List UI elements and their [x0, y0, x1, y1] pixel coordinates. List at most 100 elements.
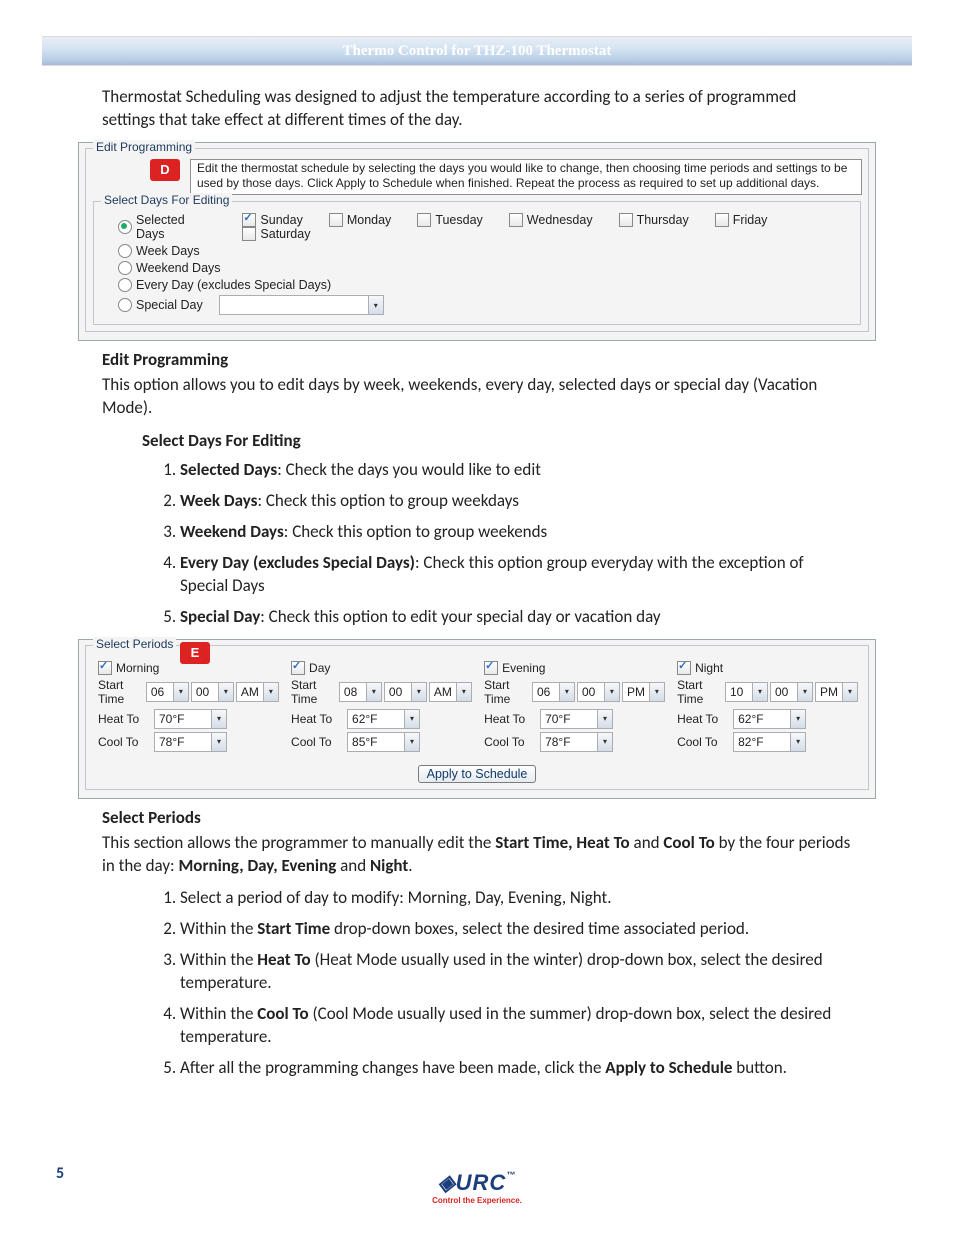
dropdown-value: PM: [623, 685, 649, 699]
radio-every-day-label: Every Day (excludes Special Days): [136, 278, 331, 292]
select-periods-intro: This section allows the programmer to ma…: [102, 832, 852, 878]
dropdown-value: 00: [578, 685, 604, 699]
dropdown[interactable]: 62°F▾: [733, 709, 806, 729]
dropdown[interactable]: 78°F▾: [154, 732, 227, 752]
intro-paragraph: Thermostat Scheduling was designed to ad…: [102, 86, 852, 132]
day-label: Tuesday: [435, 213, 482, 227]
chevron-down-icon: ▾: [366, 683, 381, 701]
period-checkbox[interactable]: [98, 661, 112, 675]
dropdown[interactable]: 82°F▾: [733, 732, 806, 752]
list-item: Within the Heat To (Heat Mode usually us…: [180, 949, 852, 995]
dropdown-value: 85°F: [348, 735, 404, 749]
chevron-down-icon: ▾: [797, 683, 812, 701]
list-item: Select a period of day to modify: Mornin…: [180, 887, 852, 910]
radio-weekend-days[interactable]: [118, 261, 132, 275]
chevron-down-icon: ▾: [597, 733, 612, 751]
list-item: Within the Cool To (Cool Mode usually us…: [180, 1003, 852, 1049]
dropdown[interactable]: 00▾: [770, 682, 813, 702]
dropdown-value: 70°F: [541, 712, 597, 726]
cool-to-label: Cool To: [291, 735, 347, 749]
start-time-label: Start Time: [484, 678, 532, 706]
day-checkbox-friday[interactable]: Friday: [715, 213, 768, 227]
select-days-fieldset: Select Days For Editing Selected Days Su…: [93, 201, 861, 325]
day-checkbox-tuesday[interactable]: Tuesday: [417, 213, 482, 227]
dropdown[interactable]: 10▾: [725, 682, 768, 702]
list-item: Every Day (excludes Special Days): Check…: [180, 552, 852, 598]
radio-special-day-label: Special Day: [136, 298, 203, 312]
period-checkbox[interactable]: [484, 661, 498, 675]
dropdown-value: 00: [771, 685, 797, 699]
edit-programming-fieldset: Edit Programming D Edit the thermostat s…: [85, 148, 869, 332]
checkbox-icon: [619, 213, 633, 227]
day-label: Monday: [347, 213, 391, 227]
day-checkbox-sunday[interactable]: Sunday: [242, 213, 302, 227]
radio-every-day[interactable]: [118, 278, 132, 292]
dropdown[interactable]: 08▾: [339, 682, 382, 702]
dropdown[interactable]: 06▾: [532, 682, 575, 702]
dropdown[interactable]: 00▾: [191, 682, 234, 702]
dropdown[interactable]: 70°F▾: [540, 709, 613, 729]
dropdown[interactable]: AM▾: [236, 682, 279, 702]
dropdown[interactable]: 00▾: [577, 682, 620, 702]
checkbox-icon: [242, 213, 256, 227]
dropdown[interactable]: AM▾: [429, 682, 472, 702]
heat-to-label: Heat To: [291, 712, 347, 726]
dropdown[interactable]: 62°F▾: [347, 709, 420, 729]
edit-programming-legend: Edit Programming: [93, 140, 195, 154]
start-time-label: Start Time: [291, 678, 339, 706]
dropdown[interactable]: 78°F▾: [540, 732, 613, 752]
period-checkbox[interactable]: [291, 661, 305, 675]
period-name: Day: [309, 661, 330, 675]
period-morning: MorningStart Time06▾00▾AM▾Heat To70°F▾Co…: [98, 658, 281, 755]
apply-to-schedule-button[interactable]: Apply to Schedule: [418, 765, 537, 783]
dropdown[interactable]: 06▾: [146, 682, 189, 702]
day-label: Saturday: [260, 227, 310, 241]
chevron-down-icon: ▾: [790, 733, 805, 751]
tip-text: Edit the thermostat schedule by selectin…: [190, 159, 862, 195]
chevron-down-icon: ▾: [411, 683, 426, 701]
dropdown[interactable]: 00▾: [384, 682, 427, 702]
start-time-label: Start Time: [98, 678, 146, 706]
dropdown-value: 08: [340, 685, 366, 699]
radio-weekend-days-label: Weekend Days: [136, 261, 221, 275]
list-item: Special Day: Check this option to edit y…: [180, 606, 852, 629]
dropdown-value: 70°F: [155, 712, 211, 726]
radio-selected-days-label: Selected Days: [136, 213, 212, 241]
edit-programming-desc: This option allows you to edit days by w…: [102, 374, 852, 420]
day-label: Sunday: [260, 213, 302, 227]
day-checkbox-wednesday[interactable]: Wednesday: [509, 213, 593, 227]
radio-special-day[interactable]: [118, 298, 132, 312]
chevron-down-icon: ▾: [211, 710, 226, 728]
dropdown-value: 78°F: [541, 735, 597, 749]
badge-e: E: [180, 642, 210, 664]
dropdown-value: 00: [192, 685, 218, 699]
screenshot-select-periods: Select Periods E MorningStart Time06▾00▾…: [78, 639, 876, 799]
special-day-dropdown[interactable]: ▾: [219, 295, 384, 315]
dropdown-value: 06: [147, 685, 173, 699]
dropdown[interactable]: PM▾: [622, 682, 665, 702]
period-name: Night: [695, 661, 723, 675]
radio-week-days[interactable]: [118, 244, 132, 258]
chevron-down-icon: ▾: [173, 683, 188, 701]
chevron-down-icon: ▾: [790, 710, 805, 728]
dropdown[interactable]: 70°F▾: [154, 709, 227, 729]
chevron-down-icon: ▾: [263, 683, 278, 701]
chevron-down-icon: ▾: [368, 296, 383, 314]
day-checkbox-saturday[interactable]: Saturday: [242, 227, 310, 241]
period-checkbox[interactable]: [677, 661, 691, 675]
chevron-down-icon: ▾: [211, 733, 226, 751]
heat-to-label: Heat To: [98, 712, 154, 726]
radio-selected-days[interactable]: [118, 220, 132, 234]
select-periods-fieldset: Select Periods E MorningStart Time06▾00▾…: [85, 645, 869, 790]
dropdown[interactable]: 85°F▾: [347, 732, 420, 752]
day-checkbox-monday[interactable]: Monday: [329, 213, 391, 227]
day-checkbox-thursday[interactable]: Thursday: [619, 213, 689, 227]
radio-week-days-label: Week Days: [136, 244, 200, 258]
dropdown[interactable]: PM▾: [815, 682, 858, 702]
checkbox-icon: [509, 213, 523, 227]
chevron-down-icon: ▾: [404, 733, 419, 751]
day-label: Thursday: [637, 213, 689, 227]
dropdown-value: 82°F: [734, 735, 790, 749]
dropdown-value: 78°F: [155, 735, 211, 749]
checkbox-icon: [417, 213, 431, 227]
